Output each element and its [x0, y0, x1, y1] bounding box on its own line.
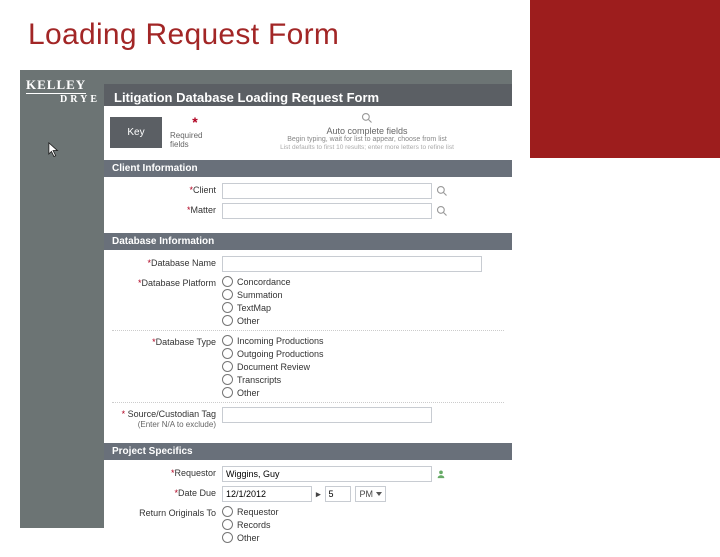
dbtype-option[interactable]: Document Review [222, 361, 324, 372]
platform-option[interactable]: Concordance [222, 276, 291, 287]
database-name-input[interactable] [222, 256, 482, 272]
key-autocomplete: Auto complete fields Begin typing, wait … [228, 112, 506, 152]
required-label: Required fields [170, 131, 220, 149]
label-db-type: *Database Type [112, 335, 222, 347]
autocomplete-sub2: List defaults to first 10 results; enter… [280, 144, 454, 152]
search-icon [361, 112, 373, 124]
date-due-ampm-select[interactable]: PM [355, 486, 387, 502]
dbtype-option[interactable]: Incoming Productions [222, 335, 324, 346]
person-icon[interactable] [436, 469, 446, 479]
brand-logo: KELLEY DRYE [26, 78, 100, 105]
decorative-red-block [530, 0, 720, 158]
matter-input[interactable] [222, 203, 432, 219]
divider [112, 330, 504, 331]
date-navigate[interactable]: ▸ [316, 489, 321, 500]
section-body-project: *Requestor *Date Due ▸ PM [104, 460, 512, 557]
section-body-client: *Client *Matter [104, 177, 512, 233]
platform-option[interactable]: TextMap [222, 302, 291, 313]
label-client: *Client [112, 183, 222, 195]
requestor-input[interactable] [222, 466, 432, 482]
key-required: * Required fields [170, 115, 220, 149]
section-head-client: Client Information [104, 160, 512, 177]
section-head-project: Project Specifics [104, 443, 512, 460]
dbtype-option[interactable]: Outgoing Productions [222, 348, 324, 359]
return-option[interactable]: Other [222, 532, 279, 543]
client-input[interactable] [222, 183, 432, 199]
autocomplete-title: Auto complete fields [326, 126, 407, 136]
form-body: Key * Required fields Auto complete fiel… [104, 106, 512, 528]
brand-line1: KELLEY [26, 78, 86, 94]
dbtype-option[interactable]: Transcripts [222, 374, 324, 385]
date-due-input[interactable] [222, 486, 312, 502]
label-requestor: *Requestor [112, 466, 222, 478]
date-due-hour-input[interactable] [325, 486, 351, 502]
required-asterisk-icon: * [192, 115, 197, 129]
platform-option[interactable]: Summation [222, 289, 291, 300]
autocomplete-sub1: Begin typing, wait for list to appear, c… [287, 136, 447, 144]
label-matter: *Matter [112, 203, 222, 215]
platform-option[interactable]: Other [222, 315, 291, 326]
return-option[interactable]: Requestor [222, 506, 279, 517]
search-icon[interactable] [436, 185, 448, 197]
label-db-name: *Database Name [112, 256, 222, 268]
dbtype-option[interactable]: Other [222, 387, 324, 398]
slide-title: Loading Request Form [28, 18, 339, 52]
key-heading: Key [110, 117, 162, 148]
search-icon[interactable] [436, 205, 448, 217]
section-head-database: Database Information [104, 233, 512, 250]
divider [112, 402, 504, 403]
form-screenshot: KELLEY DRYE Litigation Database Loading … [20, 70, 512, 528]
label-return-originals: Return Originals To [112, 506, 222, 518]
label-date-due: *Date Due [112, 486, 222, 498]
label-source-tag: * Source/Custodian Tag (Enter N/A to exc… [112, 407, 222, 429]
brand-line2: DRYE [26, 95, 100, 106]
return-option[interactable]: Records [222, 519, 279, 530]
label-db-platform: *Database Platform [112, 276, 222, 288]
cursor-icon [48, 142, 60, 158]
section-body-database: *Database Name *Database Platform Concor… [104, 250, 512, 443]
source-tag-input[interactable] [222, 407, 432, 423]
key-row: Key * Required fields Auto complete fiel… [104, 106, 512, 160]
